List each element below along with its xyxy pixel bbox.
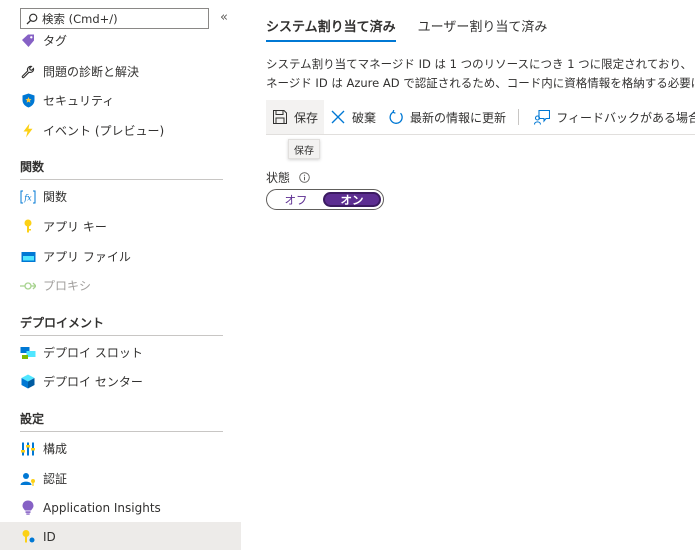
status-on-option[interactable]: オン bbox=[323, 192, 381, 207]
status-toggle[interactable]: オフ オン bbox=[266, 189, 384, 210]
sidebar-item-label: デプロイ スロット bbox=[43, 346, 143, 360]
close-icon bbox=[330, 109, 346, 125]
search-icon bbox=[25, 12, 39, 26]
status-off-option[interactable]: オフ bbox=[269, 192, 323, 207]
refresh-button[interactable]: 最新の情報に更新 bbox=[382, 100, 512, 134]
sidebar-item-app-keys[interactable]: アプリ キー bbox=[0, 212, 241, 241]
sidebar-item-label: セキュリティ bbox=[43, 94, 115, 108]
wrench-icon bbox=[20, 64, 36, 80]
shield-icon bbox=[20, 93, 36, 109]
sidebar-item-label: ID bbox=[43, 529, 56, 544]
tab-system-assigned[interactable]: システム割り当て済み bbox=[266, 16, 396, 42]
collapse-sidebar-button[interactable]: « bbox=[220, 10, 228, 25]
sidebar: « タグ 問題の診断と解決 セキュリティ イベント (プレビュー) 関数 fx … bbox=[0, 0, 242, 550]
status-field: 状態 bbox=[266, 169, 310, 186]
function-icon: fx bbox=[20, 189, 36, 205]
sidebar-item-configuration[interactable]: 構成 bbox=[0, 434, 241, 463]
svg-text:fx: fx bbox=[23, 193, 32, 202]
sidebar-item-proxies: プロキシ bbox=[0, 271, 241, 300]
description: システム割り当てマネージド ID は 1 つのリソースにつき 1 つに限定されて… bbox=[266, 55, 695, 93]
sidebar-item-label: 認証 bbox=[43, 472, 68, 486]
sidebar-item-label: イベント (プレビュー) bbox=[43, 124, 165, 138]
tab-user-assigned[interactable]: ユーザー割り当て済み bbox=[418, 16, 548, 42]
identity-icon bbox=[20, 529, 36, 545]
sidebar-item-label: プロキシ bbox=[43, 279, 92, 293]
sidebar-item-label: アプリ ファイル bbox=[43, 250, 131, 264]
key-icon bbox=[20, 219, 36, 235]
save-button[interactable]: 保存 bbox=[266, 100, 325, 134]
save-tooltip: 保存 bbox=[288, 139, 320, 159]
refresh-label: 最新の情報に更新 bbox=[410, 110, 507, 125]
feedback-button[interactable]: フィードバックがある場合 bbox=[528, 100, 695, 134]
section-header-functions: 関数 bbox=[20, 156, 223, 180]
sidebar-item-label: Application Insights bbox=[43, 500, 161, 515]
sidebar-item-application-insights[interactable]: Application Insights bbox=[0, 493, 241, 522]
save-label: 保存 bbox=[294, 110, 319, 125]
search-input[interactable] bbox=[42, 11, 202, 26]
sidebar-item-authentication[interactable]: 認証 bbox=[0, 464, 241, 493]
discard-button[interactable]: 破棄 bbox=[324, 100, 382, 134]
tag-icon bbox=[20, 33, 36, 49]
refresh-icon bbox=[388, 109, 404, 125]
sidebar-item-label: アプリ キー bbox=[43, 220, 107, 234]
sidebar-item-label: デプロイ センター bbox=[43, 375, 143, 389]
status-label: 状態 bbox=[266, 171, 291, 185]
feedback-label: フィードバックがある場合 bbox=[556, 110, 695, 125]
section-header-settings: 設定 bbox=[20, 408, 223, 432]
sidebar-item-diagnose[interactable]: 問題の診断と解決 bbox=[0, 57, 241, 86]
save-icon bbox=[272, 109, 288, 125]
sidebar-item-tags[interactable]: タグ bbox=[0, 26, 241, 55]
sidebar-item-deployment-slots[interactable]: デプロイ スロット bbox=[0, 338, 241, 367]
deployment-slots-icon bbox=[20, 345, 36, 361]
section-header-deployment: デプロイメント bbox=[20, 312, 223, 336]
app-insights-icon bbox=[20, 500, 36, 516]
deployment-center-icon bbox=[20, 374, 36, 390]
feedback-icon bbox=[534, 109, 551, 125]
sidebar-item-label: タグ bbox=[43, 34, 68, 48]
tab-bar: システム割り当て済み ユーザー割り当て済み bbox=[266, 16, 569, 42]
sidebar-item-identity[interactable]: ID bbox=[0, 522, 241, 550]
sidebar-item-label: 問題の診断と解決 bbox=[43, 65, 140, 79]
sidebar-item-label: 構成 bbox=[43, 442, 68, 456]
info-icon[interactable] bbox=[298, 172, 310, 184]
discard-label: 破棄 bbox=[352, 110, 377, 125]
proxy-icon bbox=[20, 278, 36, 294]
sidebar-item-deployment-center[interactable]: デプロイ センター bbox=[0, 367, 241, 396]
command-bar: 保存 破棄 最新の情報に更新 フィードバックがある場合 bbox=[266, 100, 695, 135]
sidebar-item-security[interactable]: セキュリティ bbox=[0, 86, 241, 115]
lightning-icon bbox=[20, 123, 36, 139]
description-line: システム割り当てマネージド ID は 1 つのリソースにつき 1 つに限定されて… bbox=[266, 57, 693, 71]
configuration-icon bbox=[20, 441, 36, 457]
sidebar-item-functions[interactable]: fx 関数 bbox=[0, 182, 241, 211]
sidebar-item-label: 関数 bbox=[43, 190, 68, 204]
main-content: システム割り当て済み ユーザー割り当て済み システム割り当てマネージド ID は… bbox=[242, 0, 695, 550]
sidebar-item-events[interactable]: イベント (プレビュー) bbox=[0, 116, 241, 145]
authentication-icon bbox=[20, 471, 36, 487]
description-line: ネージド ID は Azure AD で認証されるため、コード内に資格情報を格納… bbox=[266, 76, 695, 90]
sidebar-item-app-files[interactable]: アプリ ファイル bbox=[0, 242, 241, 271]
app-files-icon bbox=[20, 249, 36, 265]
